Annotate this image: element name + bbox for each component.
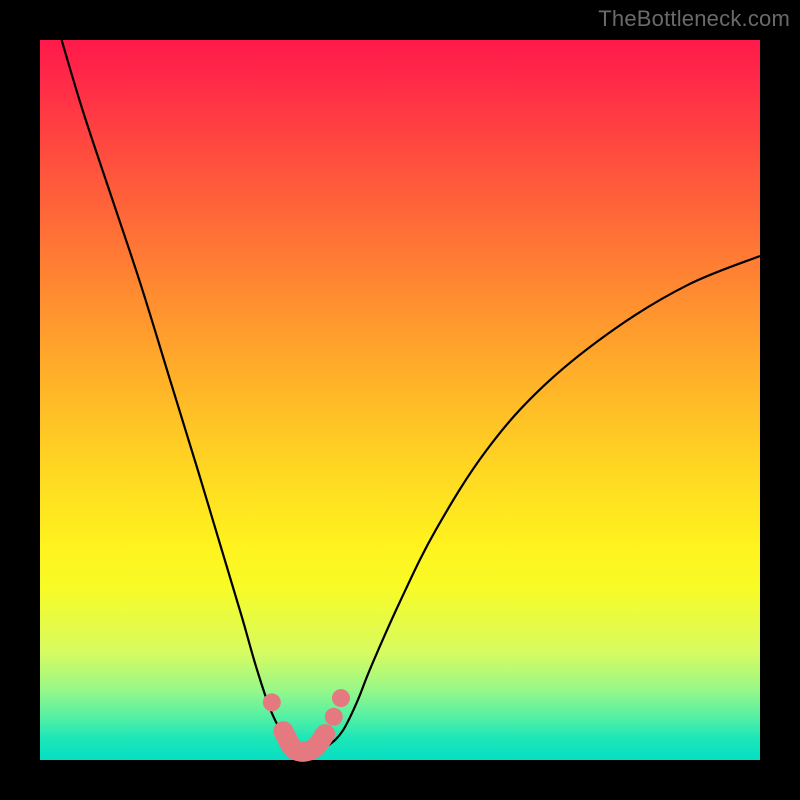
marker-point <box>316 725 334 743</box>
bottleneck-curve <box>62 40 760 755</box>
marker-point <box>325 708 343 726</box>
curve-layer <box>40 40 760 760</box>
watermark-text: TheBottleneck.com <box>598 6 790 32</box>
marker-point <box>332 689 350 707</box>
marker-point <box>274 722 292 740</box>
plot-area <box>40 40 760 760</box>
marker-point <box>263 693 281 711</box>
chart-wrapper: TheBottleneck.com <box>0 0 800 800</box>
